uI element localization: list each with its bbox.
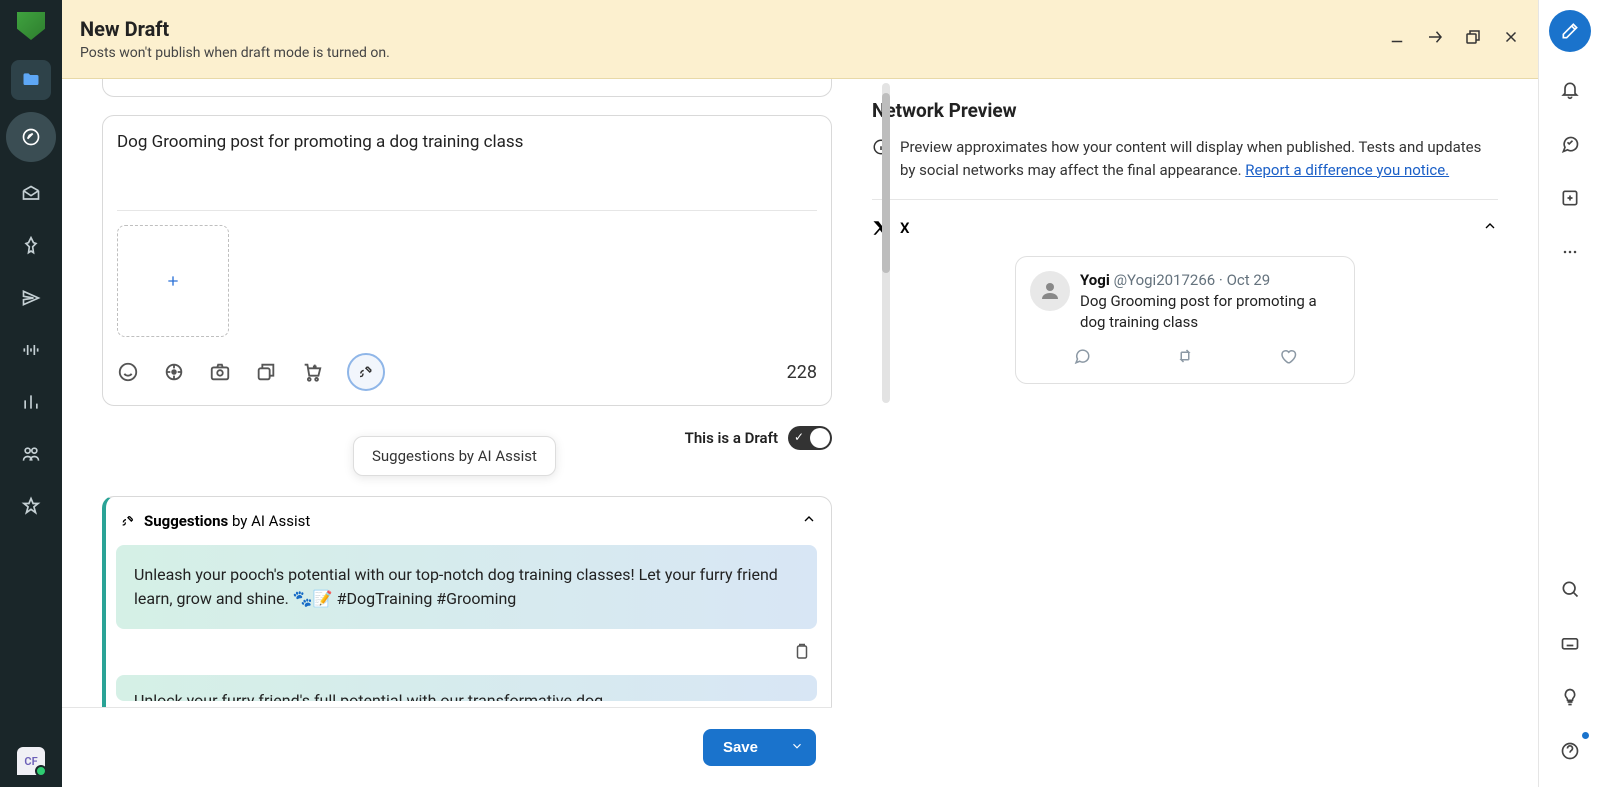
chevron-up-icon (1482, 218, 1498, 238)
target-button[interactable] (163, 361, 185, 383)
previous-card-edge (102, 79, 832, 97)
add-panel-button[interactable] (1552, 180, 1588, 216)
preview-note: Preview approximates how your content wi… (872, 136, 1498, 181)
feedback-button[interactable] (1552, 126, 1588, 162)
close-button[interactable] (1502, 28, 1520, 50)
product-button[interactable] (301, 361, 323, 383)
left-sidebar: CF (0, 0, 62, 787)
add-media-button[interactable] (117, 225, 229, 337)
nav-analytics[interactable] (11, 382, 51, 422)
right-sidebar (1538, 0, 1600, 787)
compose-toolbar: 228 (117, 353, 817, 391)
tweet-author-handle: @Yogi2017266 (1114, 271, 1216, 289)
compose-footer: Save (62, 707, 832, 787)
toggle-knob (810, 428, 830, 448)
suggestions-card: Suggestions by AI Assist Unleash your po… (102, 496, 832, 726)
suggestions-title-rest: by AI Assist (228, 512, 310, 530)
minimize-button[interactable] (1388, 28, 1406, 50)
sprout-logo (17, 12, 45, 40)
tweet-author-name: Yogi (1080, 271, 1110, 289)
ai-assist-button[interactable] (347, 353, 385, 391)
copy-suggestion-button[interactable] (793, 643, 811, 665)
nav-pin[interactable] (11, 226, 51, 266)
draft-toggle[interactable]: ✓ (788, 426, 832, 450)
preview-heading: Network Preview (872, 99, 1498, 122)
suggestions-title-bold: Suggestions (144, 512, 228, 530)
network-label: X (900, 219, 910, 237)
user-badge[interactable]: CF (17, 747, 45, 775)
tweet-preview: Yogi @Yogi2017266 · Oct 29 Dog Grooming … (1015, 256, 1355, 384)
like-icon[interactable] (1279, 347, 1297, 369)
notifications-button[interactable] (1552, 72, 1588, 108)
nav-send[interactable] (11, 278, 51, 318)
search-button[interactable] (1552, 571, 1588, 607)
nav-compass[interactable] (6, 112, 56, 162)
check-icon: ✓ (794, 430, 804, 444)
sparkle-icon (120, 513, 136, 529)
compose-fab[interactable] (1549, 10, 1591, 52)
save-dropdown-button[interactable] (778, 729, 816, 766)
scrollbar[interactable] (882, 83, 890, 403)
preview-column: Network Preview Preview approximates how… (832, 79, 1538, 787)
help-button[interactable] (1552, 733, 1588, 769)
compose-textarea[interactable]: Dog Grooming post for promoting a dog tr… (117, 130, 817, 210)
suggestions-header: Suggestions by AI Assist (116, 511, 817, 531)
retweet-icon[interactable] (1176, 347, 1194, 369)
suggestion-item[interactable]: Unleash your pooch's potential with our … (116, 545, 817, 629)
more-button[interactable] (1552, 234, 1588, 270)
main-area: Dog Grooming post for promoting a dog tr… (62, 79, 1538, 787)
draft-banner: New Draft Posts won't publish when draft… (62, 0, 1538, 79)
camera-button[interactable] (209, 361, 231, 383)
banner-title: New Draft (80, 17, 390, 41)
windows-button[interactable] (1464, 28, 1482, 50)
report-difference-link[interactable]: Report a difference you notice. (1245, 161, 1449, 179)
compose-divider (117, 210, 817, 211)
reply-icon[interactable] (1073, 347, 1091, 369)
emoji-button[interactable] (117, 361, 139, 383)
network-accordion-header[interactable]: X (872, 218, 1498, 238)
character-count: 228 (787, 362, 817, 383)
collapse-button[interactable] (1426, 28, 1444, 50)
tweet-date: Oct 29 (1227, 271, 1271, 289)
avatar (1030, 271, 1070, 311)
preview-divider (872, 199, 1498, 200)
save-button[interactable]: Save (703, 729, 778, 766)
nav-folder[interactable] (11, 60, 51, 100)
suggestion-item[interactable]: Unlock your furry friend's full potentia… (116, 675, 817, 701)
tweet-body: Dog Grooming post for promoting a dog tr… (1080, 291, 1340, 333)
nav-inbox[interactable] (11, 174, 51, 214)
scrollbar-thumb[interactable] (882, 93, 890, 273)
compose-card: Dog Grooming post for promoting a dog tr… (102, 115, 832, 406)
nav-people[interactable] (11, 434, 51, 474)
nav-star[interactable] (11, 486, 51, 526)
keyboard-button[interactable] (1552, 625, 1588, 661)
collapse-suggestions-button[interactable] (801, 511, 817, 531)
lightbulb-button[interactable] (1552, 679, 1588, 715)
ai-assist-tooltip: Suggestions by AI Assist (353, 436, 556, 476)
draft-label: This is a Draft (685, 429, 778, 447)
nav-listen[interactable] (11, 330, 51, 370)
library-button[interactable] (255, 361, 277, 383)
tweet-sep: · (1215, 271, 1226, 289)
compose-column: Dog Grooming post for promoting a dog tr… (62, 79, 832, 787)
banner-subtitle: Posts won't publish when draft mode is t… (80, 45, 390, 61)
